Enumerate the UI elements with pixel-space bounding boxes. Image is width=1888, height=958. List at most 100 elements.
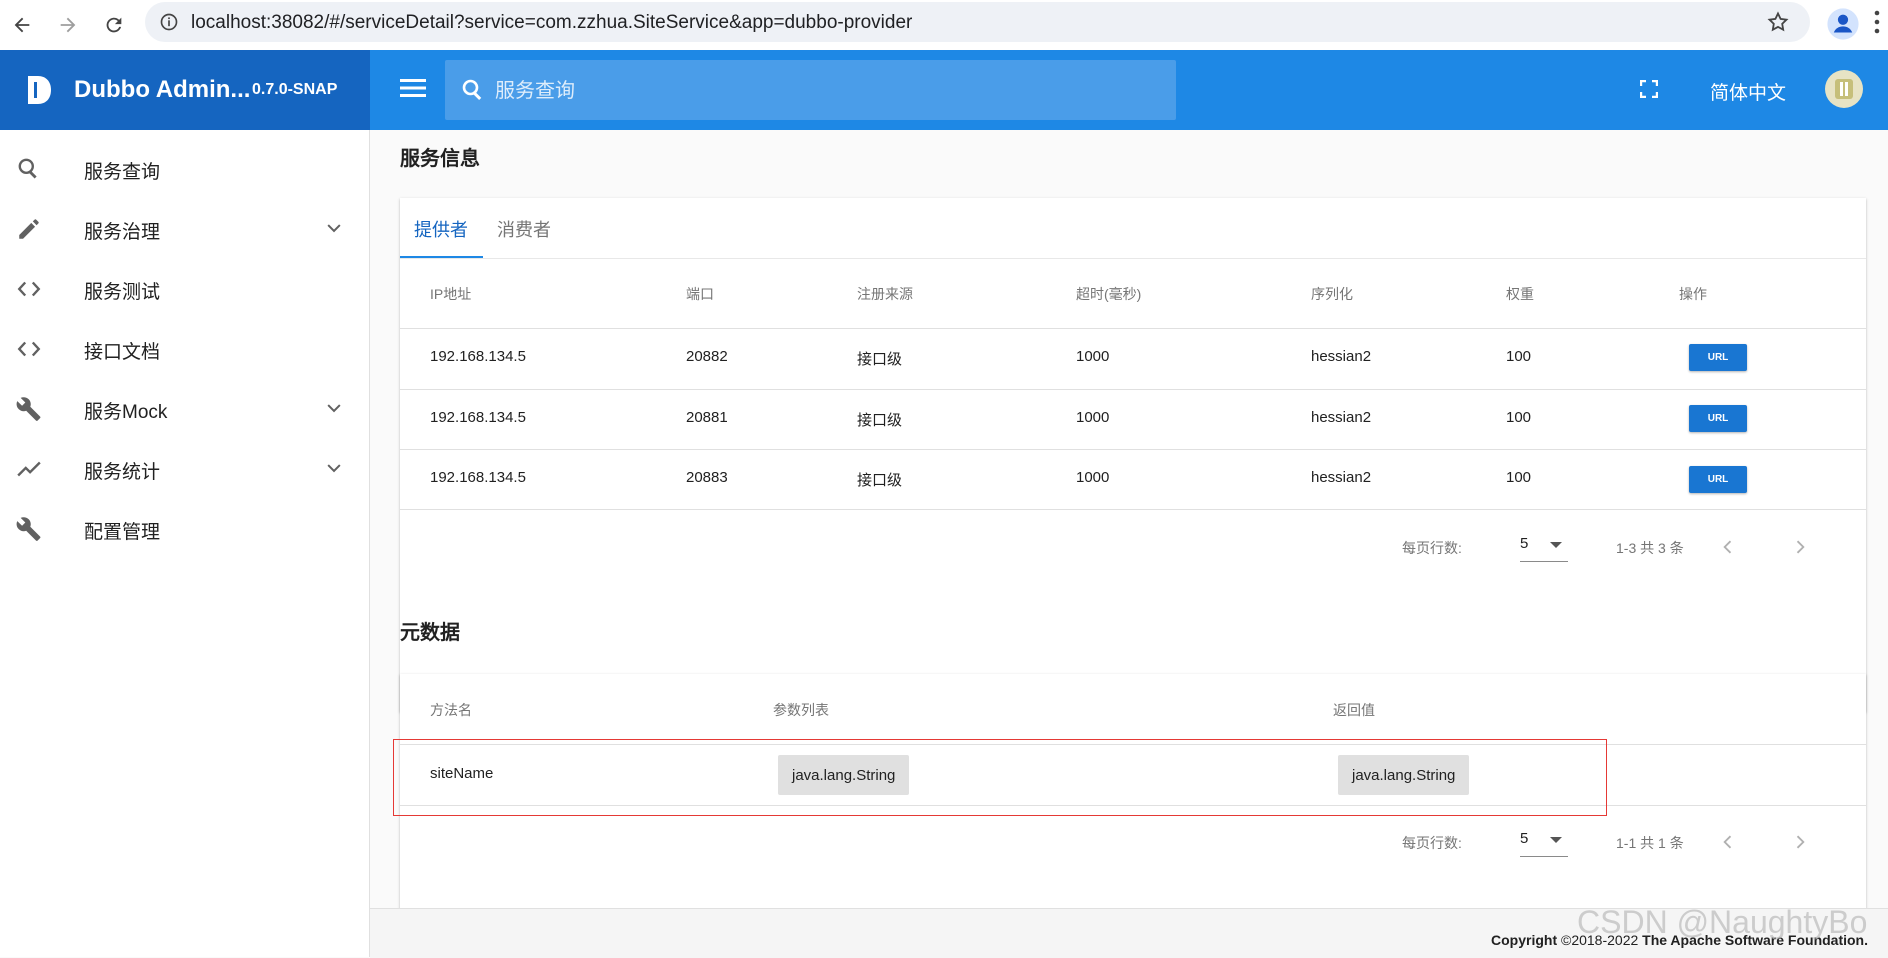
main-content: 服务信息 提供者 消费者 IP地址 端口 注册来源 超时(毫秒) 序列化 权重 … [370,130,1888,957]
rows-per-page-value: 5 [1520,830,1529,847]
tab-indicator [400,256,483,258]
sidebar: 服务查询 服务治理 服务测试 接口文档 服务Mock 服务统计 配置管理 [0,130,370,957]
column-header[interactable]: 端口 [686,284,714,304]
rows-per-page-label: 每页行数: [1402,540,1462,556]
info-icon[interactable] [159,12,179,32]
service-search[interactable] [445,60,1176,120]
code-icon [17,341,41,357]
star-icon[interactable] [1766,10,1790,34]
search-icon [18,158,37,179]
column-header[interactable]: 注册来源 [857,284,913,304]
wrench-icon [16,397,41,421]
service-info-card: 提供者 消费者 IP地址 端口 注册来源 超时(毫秒) 序列化 权重 操作 19… [400,198,1866,712]
sidebar-item-service-test[interactable]: 服务测试 [0,258,369,318]
cell-weight: 100 [1506,469,1532,486]
wrench-icon [16,517,41,541]
avatar-icon [1835,79,1853,99]
dubbo-logo-icon [28,76,51,104]
chevron-down-icon[interactable] [324,398,344,418]
rows-per-page-select[interactable]: 5 [1520,531,1568,562]
rows-per-page-label: 每页行数: [1402,835,1462,851]
column-header[interactable]: IP地址 [430,284,471,304]
menu-icon [400,79,426,97]
chevron-left-icon[interactable] [1718,537,1738,557]
top-toolbar: 简体中文 [370,50,1888,130]
sidebar-item-service-stats[interactable]: 服务统计 [0,438,369,498]
cell-timeout: 1000 [1076,348,1110,365]
url-button[interactable]: URL [1689,344,1747,371]
cell-weight: 100 [1506,348,1532,365]
browser-menu-button[interactable] [1872,8,1882,41]
caret-down-icon [1550,542,1562,548]
return-type-chip: java.lang.String [1338,755,1470,795]
forward-button[interactable] [52,9,84,41]
column-header[interactable]: 序列化 [1311,284,1353,304]
arrow-left-icon [14,17,30,33]
app-version: 0.7.0-SNAP [252,81,338,98]
cell-port: 20881 [686,409,728,426]
address-url[interactable]: localhost:38082/#/serviceDetail?service=… [191,12,912,34]
menu-toggle-button[interactable] [400,78,426,103]
cell-port: 20883 [686,469,728,486]
pencil-icon [19,219,39,239]
chevron-right-icon[interactable] [1790,832,1810,852]
cell-weight: 100 [1506,409,1532,426]
rows-per-page-select[interactable]: 5 [1520,826,1568,857]
address-bar[interactable]: localhost:38082/#/serviceDetail?service=… [145,2,1810,42]
search-input[interactable] [493,74,1157,108]
back-button[interactable] [6,9,38,41]
cell-ip: 192.168.134.5 [430,348,526,365]
row-divider [400,328,1866,329]
column-header[interactable]: 操作 [1679,284,1707,304]
reload-button[interactable] [98,9,130,41]
app-brand[interactable]: Dubbo Admin... 0.7.0-SNAP [0,50,370,130]
language-switch[interactable]: 简体中文 [1710,78,1786,105]
row-divider [400,449,1866,450]
fullscreen-button[interactable] [1639,79,1659,103]
sidebar-item-api-docs[interactable]: 接口文档 [0,318,369,378]
trending-up-icon [17,461,41,477]
cell-timeout: 1000 [1076,469,1110,486]
tab-consumers[interactable]: 消费者 [497,216,551,242]
app-name: Dubbo Admin... [74,76,251,103]
sidebar-item-config-management[interactable]: 配置管理 [0,498,369,558]
watermark: CSDN @NaughtyBo [1577,904,1868,940]
row-divider [400,509,1866,510]
user-avatar[interactable] [1825,70,1863,108]
sidebar-item-service-governance[interactable]: 服务治理 [0,198,369,258]
reload-icon [106,17,122,33]
column-header[interactable]: 方法名 [430,700,472,720]
chevron-down-icon[interactable] [324,458,344,478]
chevron-left-icon[interactable] [1718,832,1738,852]
sidebar-item-label: 配置管理 [84,522,161,543]
cell-source: 接口级 [857,472,903,489]
sidebar-item-service-mock[interactable]: 服务Mock [0,378,369,438]
row-divider [400,389,1866,390]
chevron-down-icon[interactable] [324,218,344,238]
column-header[interactable]: 参数列表 [773,700,829,720]
search-icon [462,79,482,100]
tab-providers[interactable]: 提供者 [414,216,468,242]
chevron-right-icon[interactable] [1790,537,1810,557]
cell-ip: 192.168.134.5 [430,469,526,486]
cell-serialization: hessian2 [1311,348,1372,365]
url-button[interactable]: URL [1689,405,1747,432]
url-button[interactable]: URL [1689,466,1747,493]
cell-source: 接口级 [857,412,903,429]
cell-timeout: 1000 [1076,409,1110,426]
sidebar-item-label: 服务测试 [84,282,161,303]
column-header[interactable]: 返回值 [1333,700,1375,720]
column-header[interactable]: 权重 [1506,284,1534,304]
sidebar-item-label: 服务Mock [84,402,168,423]
column-header[interactable]: 超时(毫秒) [1076,284,1141,304]
sidebar-item-label: 服务查询 [84,162,161,183]
cell-serialization: hessian2 [1311,469,1372,486]
sidebar-item-service-query[interactable]: 服务查询 [0,138,369,198]
more-vert-icon [1874,10,1880,34]
copyright-prefix: Copyright [1491,932,1558,948]
metadata-title: 元数据 [400,622,460,644]
browser-profile-button[interactable] [1826,7,1860,46]
arrow-right-icon [60,17,76,33]
row-divider [400,805,1866,806]
code-icon [17,281,41,297]
